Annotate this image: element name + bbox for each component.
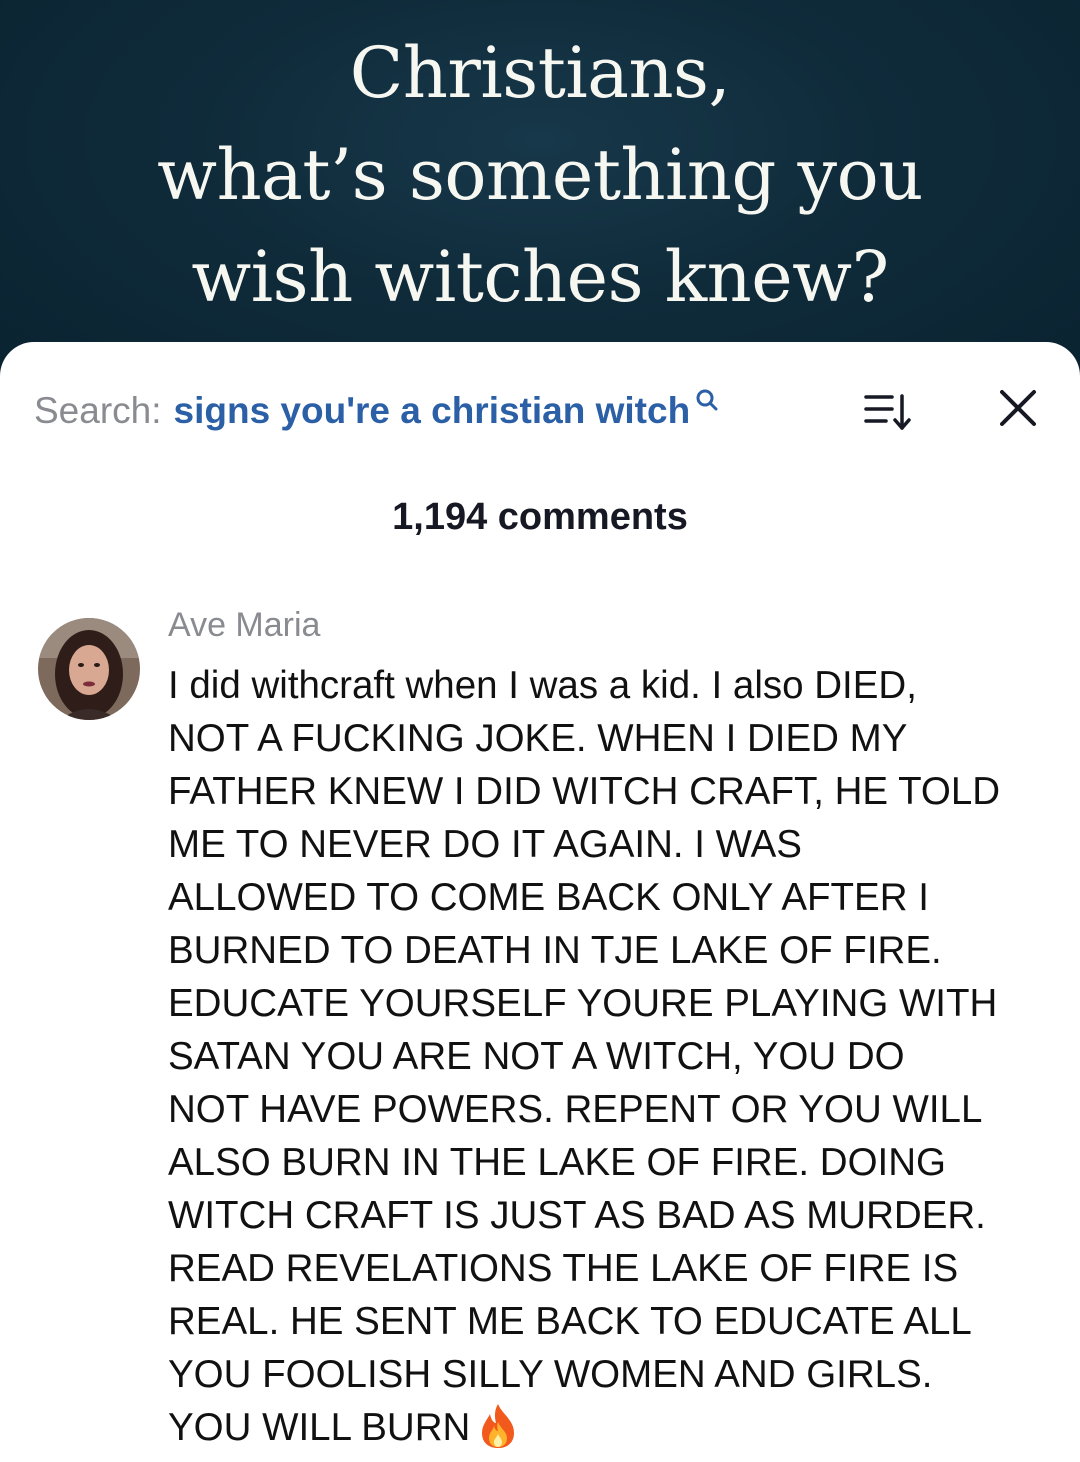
sort-icon	[864, 394, 911, 430]
comment-line: I did withcraft when I was a kid. I also…	[168, 664, 917, 707]
video-background[interactable]: Christians, what’s something you wish wi…	[0, 0, 1080, 400]
comment-line: ME TO NEVER DO IT AGAIN. I WAS	[168, 823, 802, 866]
close-icon	[1000, 390, 1036, 426]
comment-line: WITCH CRAFT IS JUST AS BAD AS MURDER.	[168, 1194, 986, 1237]
avatar-image	[38, 618, 140, 720]
comment-count: 1,194 comments	[392, 496, 688, 538]
avatar[interactable]	[38, 618, 140, 720]
video-caption: Christians, what’s something you wish wi…	[0, 22, 1080, 328]
comment-line: EDUCATE YOURSELF YOURE PLAYING WITH	[168, 982, 998, 1025]
sort-button[interactable]	[862, 390, 914, 434]
comment-line: READ REVELATIONS THE LAKE OF FIRE IS	[168, 1247, 959, 1290]
comment-line: NOT HAVE POWERS. REPENT OR YOU WILL	[168, 1088, 983, 1131]
comment-line: FATHER KNEW I DID WITCH CRAFT, HE TOLD	[168, 770, 1001, 813]
comment-line: YOU FOOLISH SILLY WOMEN AND GIRLS.	[168, 1353, 933, 1396]
related-search-link[interactable]: Search: signs you're a christian witch	[34, 386, 720, 436]
video-caption-line: Christians,	[349, 32, 731, 114]
comment-line: ALSO BURN IN THE LAKE OF FIRE. DOING	[168, 1141, 946, 1184]
comment-line: BURNED TO DEATH IN TJE LAKE OF FIRE.	[168, 929, 942, 972]
comment-line: ALLOWED TO COME BACK ONLY AFTER I	[168, 876, 929, 919]
video-caption-line: wish witches knew?	[191, 236, 889, 318]
fire-icon	[482, 1404, 515, 1448]
comment-author[interactable]: Ave Maria	[168, 606, 320, 645]
video-caption-line: what’s something you	[157, 134, 923, 216]
comments-sheet: Search: signs you're a christian witch 1…	[0, 342, 1080, 1462]
comment-line: NOT A FUCKING JOKE. WHEN I DIED MY	[168, 717, 908, 760]
comment-line: SATAN YOU ARE NOT A WITCH, YOU DO	[168, 1035, 905, 1078]
comment-last-line: YOU WILL BURN	[168, 1401, 1058, 1454]
search-icon	[696, 389, 718, 411]
comment-line: YOU WILL BURN	[168, 1406, 471, 1449]
close-button[interactable]	[996, 386, 1040, 430]
search-query-link[interactable]: signs you're a christian witch	[174, 390, 691, 432]
search-prefix-label: Search:	[34, 390, 162, 431]
comment-text: I did withcraft when I was a kid. I also…	[168, 659, 1058, 1454]
comment-line: REAL. HE SENT ME BACK TO EDUCATE ALL	[168, 1300, 972, 1343]
